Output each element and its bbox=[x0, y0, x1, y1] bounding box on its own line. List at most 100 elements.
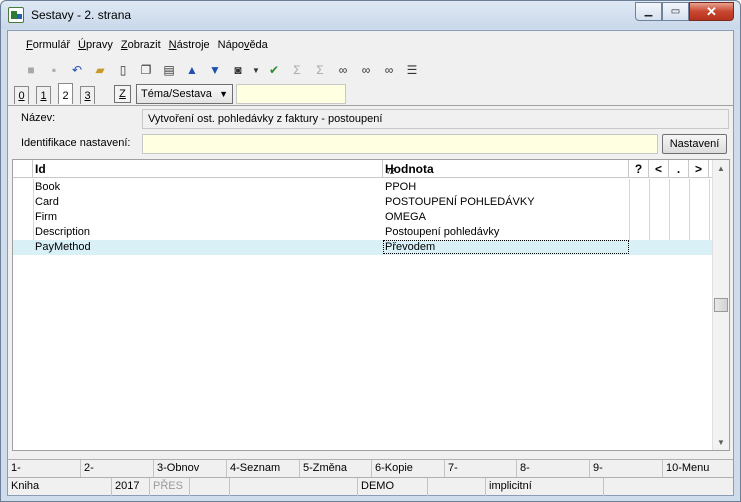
fkey-6[interactable]: 6-Kopie bbox=[372, 460, 445, 477]
arrow-down-icon[interactable]: ▼ bbox=[206, 61, 224, 79]
table-row[interactable]: Book PPOH bbox=[13, 180, 713, 195]
fkey-8[interactable]: 8- bbox=[517, 460, 590, 477]
app-window: Sestavy - 2. strana ▁ ▭ ✕ Formulář Úprav… bbox=[0, 0, 741, 502]
menu-nastroje[interactable]: Nástroje bbox=[169, 37, 210, 55]
status-bar: Kniha 2017 PŘES DEMO implicitní bbox=[8, 477, 733, 496]
table-row[interactable]: Card POSTOUPENÍ POHLEDÁVKY bbox=[13, 195, 713, 210]
theme-input[interactable] bbox=[236, 84, 346, 104]
grid-header-indicator bbox=[13, 160, 33, 178]
status-field-4 bbox=[190, 478, 230, 496]
toolbar: ■ ▪ ↶ ▰ ▯ ❐ ▤ ▲ ▼ ◙ ▼ ✔ Σ Σ ∞ ∞ ∞ ☰ bbox=[22, 59, 426, 81]
close-icon: ✕ bbox=[706, 3, 717, 19]
list-icon[interactable]: ☰ bbox=[403, 61, 421, 79]
minimize-button[interactable]: ▁ bbox=[635, 2, 662, 21]
client-area: Formulář Úpravy Zobrazit Nástroje Nápově… bbox=[7, 30, 734, 496]
app-icon bbox=[8, 7, 24, 23]
menu-napoveda[interactable]: Nápověda bbox=[218, 37, 268, 55]
window-controls: ▁ ▭ ✕ bbox=[635, 2, 734, 21]
col-dot-header[interactable]: . bbox=[669, 160, 689, 178]
name-label: Název: bbox=[21, 112, 56, 124]
col-id-header[interactable]: Id/2 bbox=[33, 160, 395, 178]
fkey-9[interactable]: 9- bbox=[590, 460, 663, 477]
cell-value-focused[interactable]: Převodem bbox=[383, 240, 629, 254]
scroll-up-icon[interactable]: ▲ bbox=[713, 160, 729, 176]
cell-value[interactable]: POSTOUPENÍ POHLEDÁVKY bbox=[385, 195, 535, 210]
z-button[interactable]: Z bbox=[114, 85, 131, 103]
open-folder-icon[interactable]: ▰ bbox=[91, 61, 109, 79]
menu-formular[interactable]: Formulář bbox=[26, 37, 70, 55]
table-row[interactable]: Firm OMEGA bbox=[13, 210, 713, 225]
sum-icon[interactable]: Σ bbox=[288, 61, 306, 79]
cell-value[interactable]: Postoupení pohledávky bbox=[385, 225, 499, 240]
tab-1[interactable]: 1 bbox=[36, 86, 51, 104]
menu-upravy[interactable]: Úpravy bbox=[78, 37, 113, 55]
save-as-icon[interactable]: ▪ bbox=[45, 61, 63, 79]
col-gt-header[interactable]: > bbox=[689, 160, 709, 178]
parameter-grid: Id/2 Hodnota ? < . > Book PPOH Card POST… bbox=[12, 159, 730, 451]
cell-value[interactable]: OMEGA bbox=[385, 210, 426, 225]
cell-id: Firm bbox=[35, 211, 57, 223]
sum-clear-icon[interactable]: Σ bbox=[311, 61, 329, 79]
status-mode: PŘES bbox=[150, 478, 190, 496]
camera-icon[interactable]: ◙ bbox=[229, 61, 247, 79]
col-question-header[interactable]: ? bbox=[629, 160, 649, 178]
scroll-down-icon[interactable]: ▼ bbox=[713, 434, 729, 450]
fkey-10[interactable]: 10-Menu bbox=[663, 460, 733, 477]
fkey-1[interactable]: 1- bbox=[8, 460, 81, 477]
cell-id: Book bbox=[35, 181, 61, 193]
tab-2[interactable]: 2 bbox=[58, 83, 73, 104]
dropdown-arrow-icon[interactable]: ▼ bbox=[252, 61, 260, 79]
settings-button[interactable]: Nastavení bbox=[662, 134, 727, 154]
status-field-7 bbox=[428, 478, 486, 496]
chevron-down-icon: ▼ bbox=[219, 89, 228, 99]
tab-0[interactable]: 0 bbox=[14, 86, 29, 104]
window-title: Sestavy - 2. strana bbox=[31, 8, 132, 22]
status-module: Kniha bbox=[8, 478, 112, 496]
fkey-5[interactable]: 5-Změna bbox=[300, 460, 372, 477]
status-field-5 bbox=[230, 478, 358, 496]
fkey-7[interactable]: 7- bbox=[445, 460, 517, 477]
maximize-button[interactable]: ▭ bbox=[662, 2, 689, 21]
undo-icon[interactable]: ↶ bbox=[68, 61, 86, 79]
status-database: DEMO bbox=[358, 478, 428, 496]
name-field[interactable]: Vytvoření ost. pohledávky z faktury - po… bbox=[142, 109, 729, 129]
function-key-bar: 1- 2- 3-Obnov 4-Seznam 5-Změna 6-Kopie 7… bbox=[8, 459, 733, 477]
find-next-icon[interactable]: ∞ bbox=[357, 61, 375, 79]
maximize-icon: ▭ bbox=[670, 6, 681, 17]
fkey-2[interactable]: 2- bbox=[81, 460, 154, 477]
find-replace-icon[interactable]: ∞ bbox=[380, 61, 398, 79]
fkey-3[interactable]: 3-Obnov bbox=[154, 460, 227, 477]
menu-zobrazit[interactable]: Zobrazit bbox=[121, 37, 161, 55]
minimize-icon: ▁ bbox=[644, 6, 653, 17]
save-icon[interactable]: ■ bbox=[22, 61, 40, 79]
tab-3[interactable]: 3 bbox=[80, 86, 95, 104]
col-value-header[interactable]: Hodnota bbox=[383, 160, 629, 178]
tab-row: 0 1 2 3 Z Téma/Sestava ▼ bbox=[12, 83, 732, 105]
status-setting: implicitní bbox=[486, 478, 604, 496]
filter-icon[interactable]: ✔ bbox=[265, 61, 283, 79]
new-document-icon[interactable]: ▯ bbox=[114, 61, 132, 79]
cell-id: PayMethod bbox=[35, 241, 91, 253]
status-year: 2017 bbox=[112, 478, 150, 496]
close-button[interactable]: ✕ bbox=[689, 2, 734, 21]
ident-field[interactable] bbox=[142, 134, 658, 154]
theme-combo[interactable]: Téma/Sestava ▼ bbox=[136, 84, 233, 104]
grid-header: Id/2 Hodnota ? < . > bbox=[13, 160, 713, 178]
arrow-up-icon[interactable]: ▲ bbox=[183, 61, 201, 79]
ident-label: Identifikace nastavení: bbox=[21, 137, 131, 149]
cell-id: Description bbox=[35, 226, 91, 238]
fkey-4[interactable]: 4-Seznam bbox=[227, 460, 300, 477]
copy-icon[interactable]: ❐ bbox=[137, 61, 155, 79]
cell-value[interactable]: PPOH bbox=[385, 180, 416, 195]
table-row-selected[interactable]: PayMethod Převodem bbox=[13, 240, 713, 255]
scroll-thumb[interactable] bbox=[714, 298, 728, 312]
binoculars-icon[interactable]: ∞ bbox=[334, 61, 352, 79]
book-icon[interactable]: ▤ bbox=[160, 61, 178, 79]
title-bar[interactable]: Sestavy - 2. strana ▁ ▭ ✕ bbox=[1, 1, 740, 29]
vertical-scrollbar[interactable]: ▲ ▼ bbox=[712, 160, 729, 450]
cell-id: Card bbox=[35, 196, 59, 208]
status-field-9 bbox=[604, 478, 731, 496]
table-row[interactable]: Description Postoupení pohledávky bbox=[13, 225, 713, 240]
menu-bar: Formulář Úpravy Zobrazit Nástroje Nápově… bbox=[8, 37, 276, 55]
col-lt-header[interactable]: < bbox=[649, 160, 669, 178]
